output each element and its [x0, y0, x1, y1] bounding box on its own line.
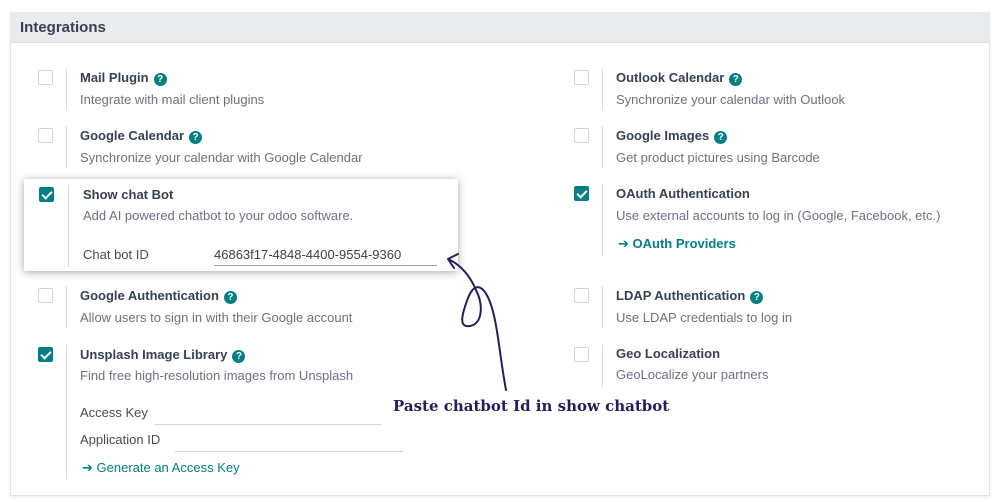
annotation-text: Paste chatbot Id in show chatbot — [393, 397, 670, 415]
divider — [66, 286, 67, 328]
section-title: Integrations — [20, 19, 106, 36]
oauth-checkbox[interactable] — [574, 186, 589, 201]
divider — [602, 126, 603, 168]
outlook-calendar-desc: Synchronize your calendar with Outlook — [616, 92, 846, 107]
access-key-label: Access Key — [80, 405, 148, 420]
outlook-calendar-title: Outlook Calendar? — [616, 70, 743, 86]
geo-localization-desc: GeoLocalize your partners — [616, 367, 769, 382]
chat-bot-id-input[interactable]: 46863f17-4848-4400-9554-9360 — [214, 247, 437, 262]
mail-plugin-title: Mail Plugin? — [80, 70, 167, 86]
ldap-checkbox[interactable] — [574, 288, 589, 303]
divider — [602, 184, 603, 256]
section-header: Integrations — [10, 12, 990, 43]
question-circle-icon[interactable]: ? — [153, 73, 167, 86]
question-circle-icon[interactable]: ? — [714, 131, 728, 144]
outlook-calendar-checkbox[interactable] — [574, 70, 589, 85]
ldap-desc: Use LDAP credentials to log in — [616, 310, 793, 325]
question-circle-icon[interactable]: ? — [750, 291, 764, 304]
arrow-right-icon: ➔ — [82, 460, 97, 475]
divider — [602, 68, 603, 110]
divider — [66, 68, 67, 110]
question-circle-icon[interactable]: ? — [223, 291, 237, 304]
show-chat-bot-desc: Add AI powered chatbot to your odoo soft… — [83, 208, 354, 223]
question-circle-icon[interactable]: ? — [189, 131, 203, 144]
show-chat-bot-card: Show chat Bot Add AI powered chatbot to … — [24, 179, 458, 271]
google-auth-checkbox[interactable] — [38, 288, 53, 303]
application-id-label: Application ID — [80, 432, 161, 447]
ldap-title: LDAP Authentication? — [616, 288, 764, 304]
google-images-checkbox[interactable] — [574, 128, 589, 143]
oauth-title: OAuth Authentication — [616, 186, 750, 201]
google-calendar-checkbox[interactable] — [38, 128, 53, 143]
divider — [66, 345, 67, 479]
divider — [602, 286, 603, 328]
mail-plugin-checkbox[interactable] — [38, 70, 53, 85]
google-calendar-title: Google Calendar? — [80, 128, 203, 144]
unsplash-desc: Find free high-resolution images from Un… — [80, 368, 354, 383]
google-calendar-desc: Synchronize your calendar with Google Ca… — [80, 150, 363, 165]
google-auth-title: Google Authentication? — [80, 288, 237, 304]
show-chat-bot-title: Show chat Bot — [83, 187, 174, 202]
annotation-arrow-icon — [447, 253, 507, 391]
geo-localization-title: Geo Localization — [616, 346, 721, 361]
generate-access-key-link[interactable]: ➔ Generate an Access Key — [82, 460, 240, 476]
google-images-title: Google Images? — [616, 128, 728, 144]
divider — [602, 345, 603, 387]
oauth-providers-link[interactable]: ➔ OAuth Providers — [618, 236, 736, 252]
google-auth-desc: Allow users to sign in with their Google… — [80, 310, 353, 325]
unsplash-title: Unsplash Image Library? — [80, 347, 246, 363]
question-circle-icon[interactable]: ? — [232, 350, 246, 363]
chat-bot-id-label: Chat bot ID — [83, 247, 149, 262]
arrow-right-icon: ➔ — [618, 236, 633, 251]
application-id-input[interactable] — [175, 451, 403, 452]
divider — [68, 185, 69, 267]
mail-plugin-desc: Integrate with mail client plugins — [80, 92, 265, 107]
unsplash-checkbox[interactable] — [38, 347, 53, 362]
google-images-desc: Get product pictures using Barcode — [616, 150, 820, 165]
oauth-desc: Use external accounts to log in (Google,… — [616, 208, 941, 223]
question-circle-icon[interactable]: ? — [729, 73, 743, 86]
access-key-input[interactable] — [155, 424, 381, 425]
chat-bot-id-underline — [214, 265, 437, 266]
show-chat-bot-checkbox[interactable] — [39, 187, 54, 202]
divider — [66, 126, 67, 168]
geo-localization-checkbox[interactable] — [574, 347, 589, 362]
